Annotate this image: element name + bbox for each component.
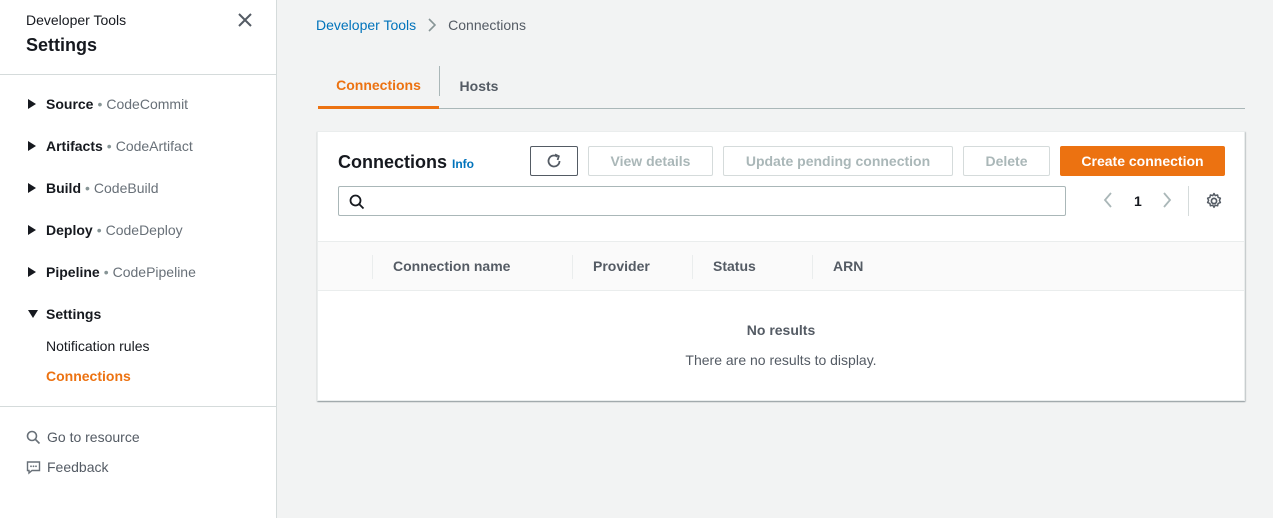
caret-right-icon xyxy=(28,141,38,151)
sidebar-divider xyxy=(0,406,276,407)
column-divider xyxy=(572,255,573,279)
separator-dot: • xyxy=(85,180,90,196)
column-divider xyxy=(812,255,813,279)
info-link[interactable]: Info xyxy=(452,157,474,171)
sidebar-item-pipeline[interactable]: Pipeline • CodePipeline xyxy=(28,262,196,282)
page-number[interactable]: 1 xyxy=(1134,193,1142,209)
feedback-icon xyxy=(26,460,41,474)
refresh-icon xyxy=(547,153,561,168)
sidebar-header-service[interactable]: Developer Tools xyxy=(26,12,126,28)
separator-dot: • xyxy=(96,222,102,238)
column-header-status[interactable]: Status xyxy=(713,242,756,290)
refresh-button[interactable] xyxy=(530,146,578,176)
side-navigation: Developer Tools Settings Source • CodeCo… xyxy=(0,0,277,518)
sidebar-item-artifacts[interactable]: Artifacts • CodeArtifact xyxy=(28,136,193,156)
sidebar-item-source[interactable]: Source • CodeCommit xyxy=(28,94,188,114)
delete-button[interactable]: Delete xyxy=(963,146,1050,176)
sidebar-item-label: Source xyxy=(46,96,94,112)
breadcrumb-developer-tools[interactable]: Developer Tools xyxy=(316,17,416,33)
next-page-button[interactable] xyxy=(1161,191,1173,212)
caret-right-icon xyxy=(28,183,38,193)
sidebar-item-label: Artifacts xyxy=(46,138,103,154)
create-connection-button[interactable]: Create connection xyxy=(1060,146,1225,176)
column-header-provider[interactable]: Provider xyxy=(593,242,650,290)
search-icon xyxy=(349,194,365,210)
sidebar-item-sublabel: CodePipeline xyxy=(112,264,196,280)
sidebar-item-label: Settings xyxy=(46,306,102,322)
sidebar-item-label: Deploy xyxy=(46,222,93,238)
tab-hosts[interactable]: Hosts xyxy=(440,64,518,108)
pagination-divider xyxy=(1188,186,1189,216)
sidebar-item-sublabel: CodeBuild xyxy=(93,180,159,196)
separator-dot: • xyxy=(97,96,103,112)
caret-right-icon xyxy=(28,225,38,235)
feedback-label: Feedback xyxy=(47,459,109,475)
tab-list: Connections Hosts xyxy=(318,64,1245,109)
update-pending-connection-button[interactable]: Update pending connection xyxy=(723,146,953,176)
go-to-resource-label: Go to resource xyxy=(47,429,140,445)
sidebar-item-sublabel: CodeDeploy xyxy=(105,222,183,238)
empty-state-text: There are no results to display. xyxy=(685,352,877,368)
caret-right-icon xyxy=(28,99,38,109)
sidebar-item-sublabel: CodeCommit xyxy=(106,96,189,112)
column-divider xyxy=(692,255,693,279)
sidebar-header: Developer Tools Settings xyxy=(0,0,276,75)
panel-header: Connections Info xyxy=(338,152,474,173)
tab-connections[interactable]: Connections xyxy=(318,64,439,109)
table-header: Connection name Provider Status ARN xyxy=(318,241,1244,291)
caret-down-icon xyxy=(28,310,38,318)
breadcrumb-current: Connections xyxy=(448,17,526,33)
caret-right-icon xyxy=(28,267,38,277)
column-header-connection-name[interactable]: Connection name xyxy=(393,242,510,290)
sidebar-item-label: Pipeline xyxy=(46,264,100,280)
sidebar-item-notification-rules[interactable]: Notification rules xyxy=(46,338,150,354)
column-header-arn[interactable]: ARN xyxy=(833,242,863,290)
connections-table-container: Connections Info View details Update pen… xyxy=(317,131,1245,401)
chevron-left-icon xyxy=(1103,192,1112,208)
previous-page-button[interactable] xyxy=(1102,191,1114,212)
sidebar-item-label: Build xyxy=(46,180,81,196)
sidebar-item-connections[interactable]: Connections xyxy=(46,368,131,384)
chevron-right-icon xyxy=(1163,192,1172,208)
empty-state-title: No results xyxy=(746,322,816,338)
sidebar-item-sublabel: CodeArtifact xyxy=(115,138,193,154)
sidebar-item-deploy[interactable]: Deploy • CodeDeploy xyxy=(28,220,183,240)
panel-title: Connections xyxy=(338,152,448,172)
close-icon[interactable] xyxy=(236,11,254,29)
separator-dot: • xyxy=(106,138,112,154)
feedback-link[interactable]: Feedback xyxy=(26,459,108,475)
sidebar-title: Settings xyxy=(26,35,98,55)
go-to-resource-link[interactable]: Go to resource xyxy=(26,429,140,445)
preferences-button[interactable] xyxy=(1205,192,1223,213)
view-details-button[interactable]: View details xyxy=(588,146,713,176)
gear-icon xyxy=(1206,192,1222,209)
separator-dot: • xyxy=(103,264,109,280)
breadcrumb: Developer Tools Connections xyxy=(316,17,526,33)
search-input[interactable] xyxy=(373,191,1053,211)
column-divider xyxy=(372,255,373,279)
search-field xyxy=(338,186,1066,216)
chevron-right-icon xyxy=(428,18,437,32)
sidebar-item-settings[interactable]: Settings xyxy=(28,304,101,324)
search-icon xyxy=(26,430,41,444)
sidebar-item-build[interactable]: Build • CodeBuild xyxy=(28,178,159,198)
